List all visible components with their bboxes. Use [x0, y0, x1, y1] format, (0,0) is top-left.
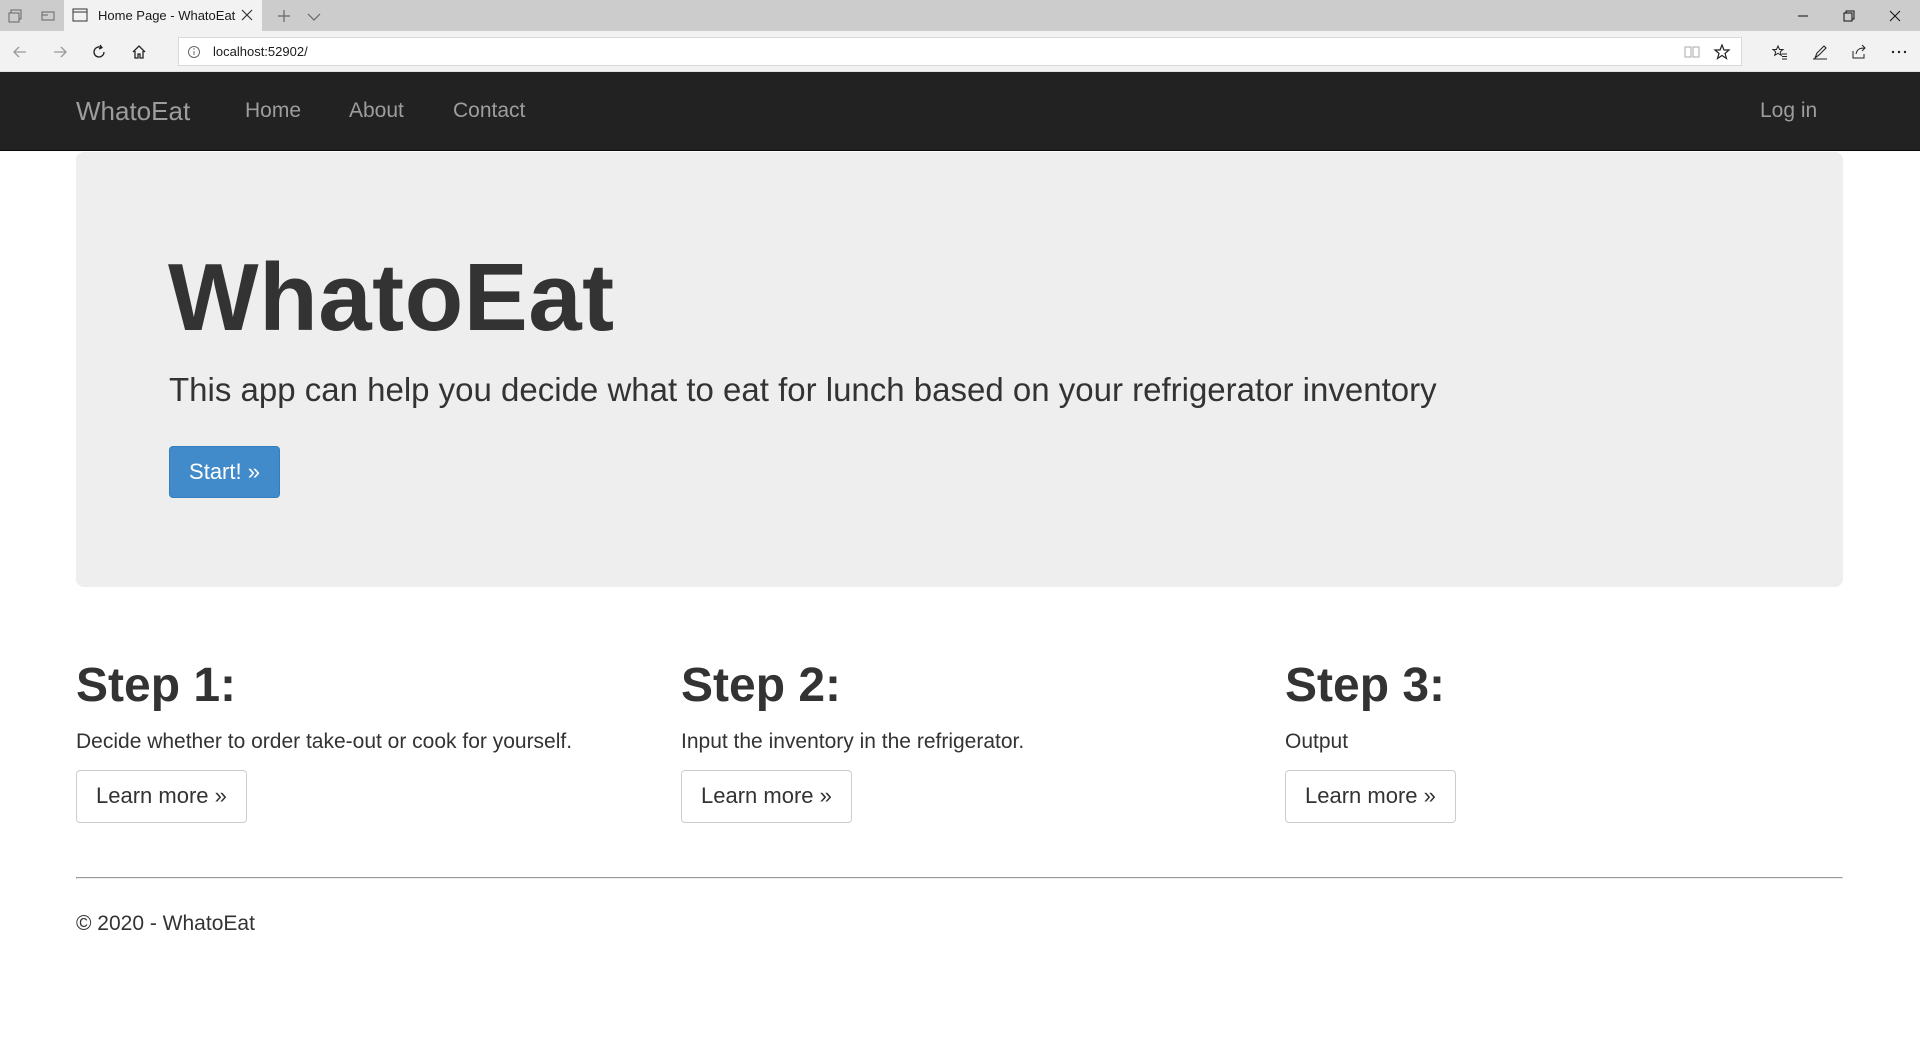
minimize-icon[interactable]: [1780, 0, 1826, 31]
browser-address-bar: localhost:52902/: [0, 31, 1920, 72]
nav-link-contact[interactable]: Contact: [453, 99, 525, 123]
step-3-column: Step 3: Output Learn more »: [1285, 659, 1865, 823]
login-link[interactable]: Log in: [1760, 99, 1817, 123]
page-icon: [72, 8, 88, 22]
close-icon[interactable]: [240, 8, 254, 22]
tab-title: Home Page - WhatoEat: [98, 8, 236, 23]
nav-link-about[interactable]: About: [349, 99, 404, 123]
favorites-icon[interactable]: [1770, 42, 1790, 62]
share-icon[interactable]: [1849, 42, 1869, 62]
refresh-icon[interactable]: [89, 42, 109, 62]
window-close-icon[interactable]: [1872, 0, 1918, 31]
more-icon[interactable]: [1889, 42, 1909, 62]
step-2-column: Step 2: Input the inventory in the refri…: [681, 659, 1261, 823]
start-button[interactable]: Start! »: [169, 446, 280, 498]
step-1-learn-more-button[interactable]: Learn more »: [76, 769, 247, 823]
step-2-title: Step 2:: [681, 659, 842, 712]
new-tab-icon[interactable]: [276, 8, 292, 24]
brand-link[interactable]: WhatoEat: [76, 96, 190, 127]
jumbotron: WhatoEat This app can help you decide wh…: [76, 152, 1843, 587]
pen-icon[interactable]: [1810, 42, 1830, 62]
home-icon[interactable]: [129, 42, 149, 62]
tab-preview-icon[interactable]: [40, 8, 56, 24]
step-3-learn-more-button[interactable]: Learn more »: [1285, 769, 1456, 823]
set-aside-tabs-icon[interactable]: [8, 8, 24, 24]
back-icon[interactable]: [10, 42, 30, 62]
step-2-text: Input the inventory in the refrigerator.: [681, 729, 1025, 753]
step-2-learn-more-button[interactable]: Learn more »: [681, 769, 852, 823]
footer-copyright: © 2020 - WhatoEat: [76, 912, 255, 935]
step-3-title: Step 3:: [1285, 659, 1446, 712]
footer-divider: [76, 877, 1843, 879]
site-navbar: WhatoEat Home About Contact Log in: [0, 72, 1920, 151]
jumbotron-lead: This app can help you decide what to eat…: [169, 371, 1437, 408]
step-3-text: Output: [1285, 729, 1349, 753]
url-field[interactable]: localhost:52902/: [178, 37, 1742, 66]
step-1-title: Step 1:: [76, 659, 237, 712]
forward-icon[interactable]: [50, 42, 70, 62]
nav-link-home[interactable]: Home: [245, 99, 301, 123]
star-icon[interactable]: [1713, 43, 1731, 61]
reading-view-icon[interactable]: [1683, 44, 1701, 60]
info-icon[interactable]: [187, 45, 201, 59]
step-1-column: Step 1: Decide whether to order take-out…: [76, 659, 656, 823]
restore-icon[interactable]: [1826, 0, 1872, 31]
chevron-down-icon[interactable]: [306, 10, 322, 22]
jumbotron-title: WhatoEat: [168, 244, 615, 351]
browser-tab-bar: Home Page - WhatoEat: [0, 0, 1920, 31]
browser-tab-active[interactable]: Home Page - WhatoEat: [64, 0, 262, 31]
step-1-text: Decide whether to order take-out or cook…: [76, 729, 573, 753]
url-text: localhost:52902/: [213, 44, 308, 59]
